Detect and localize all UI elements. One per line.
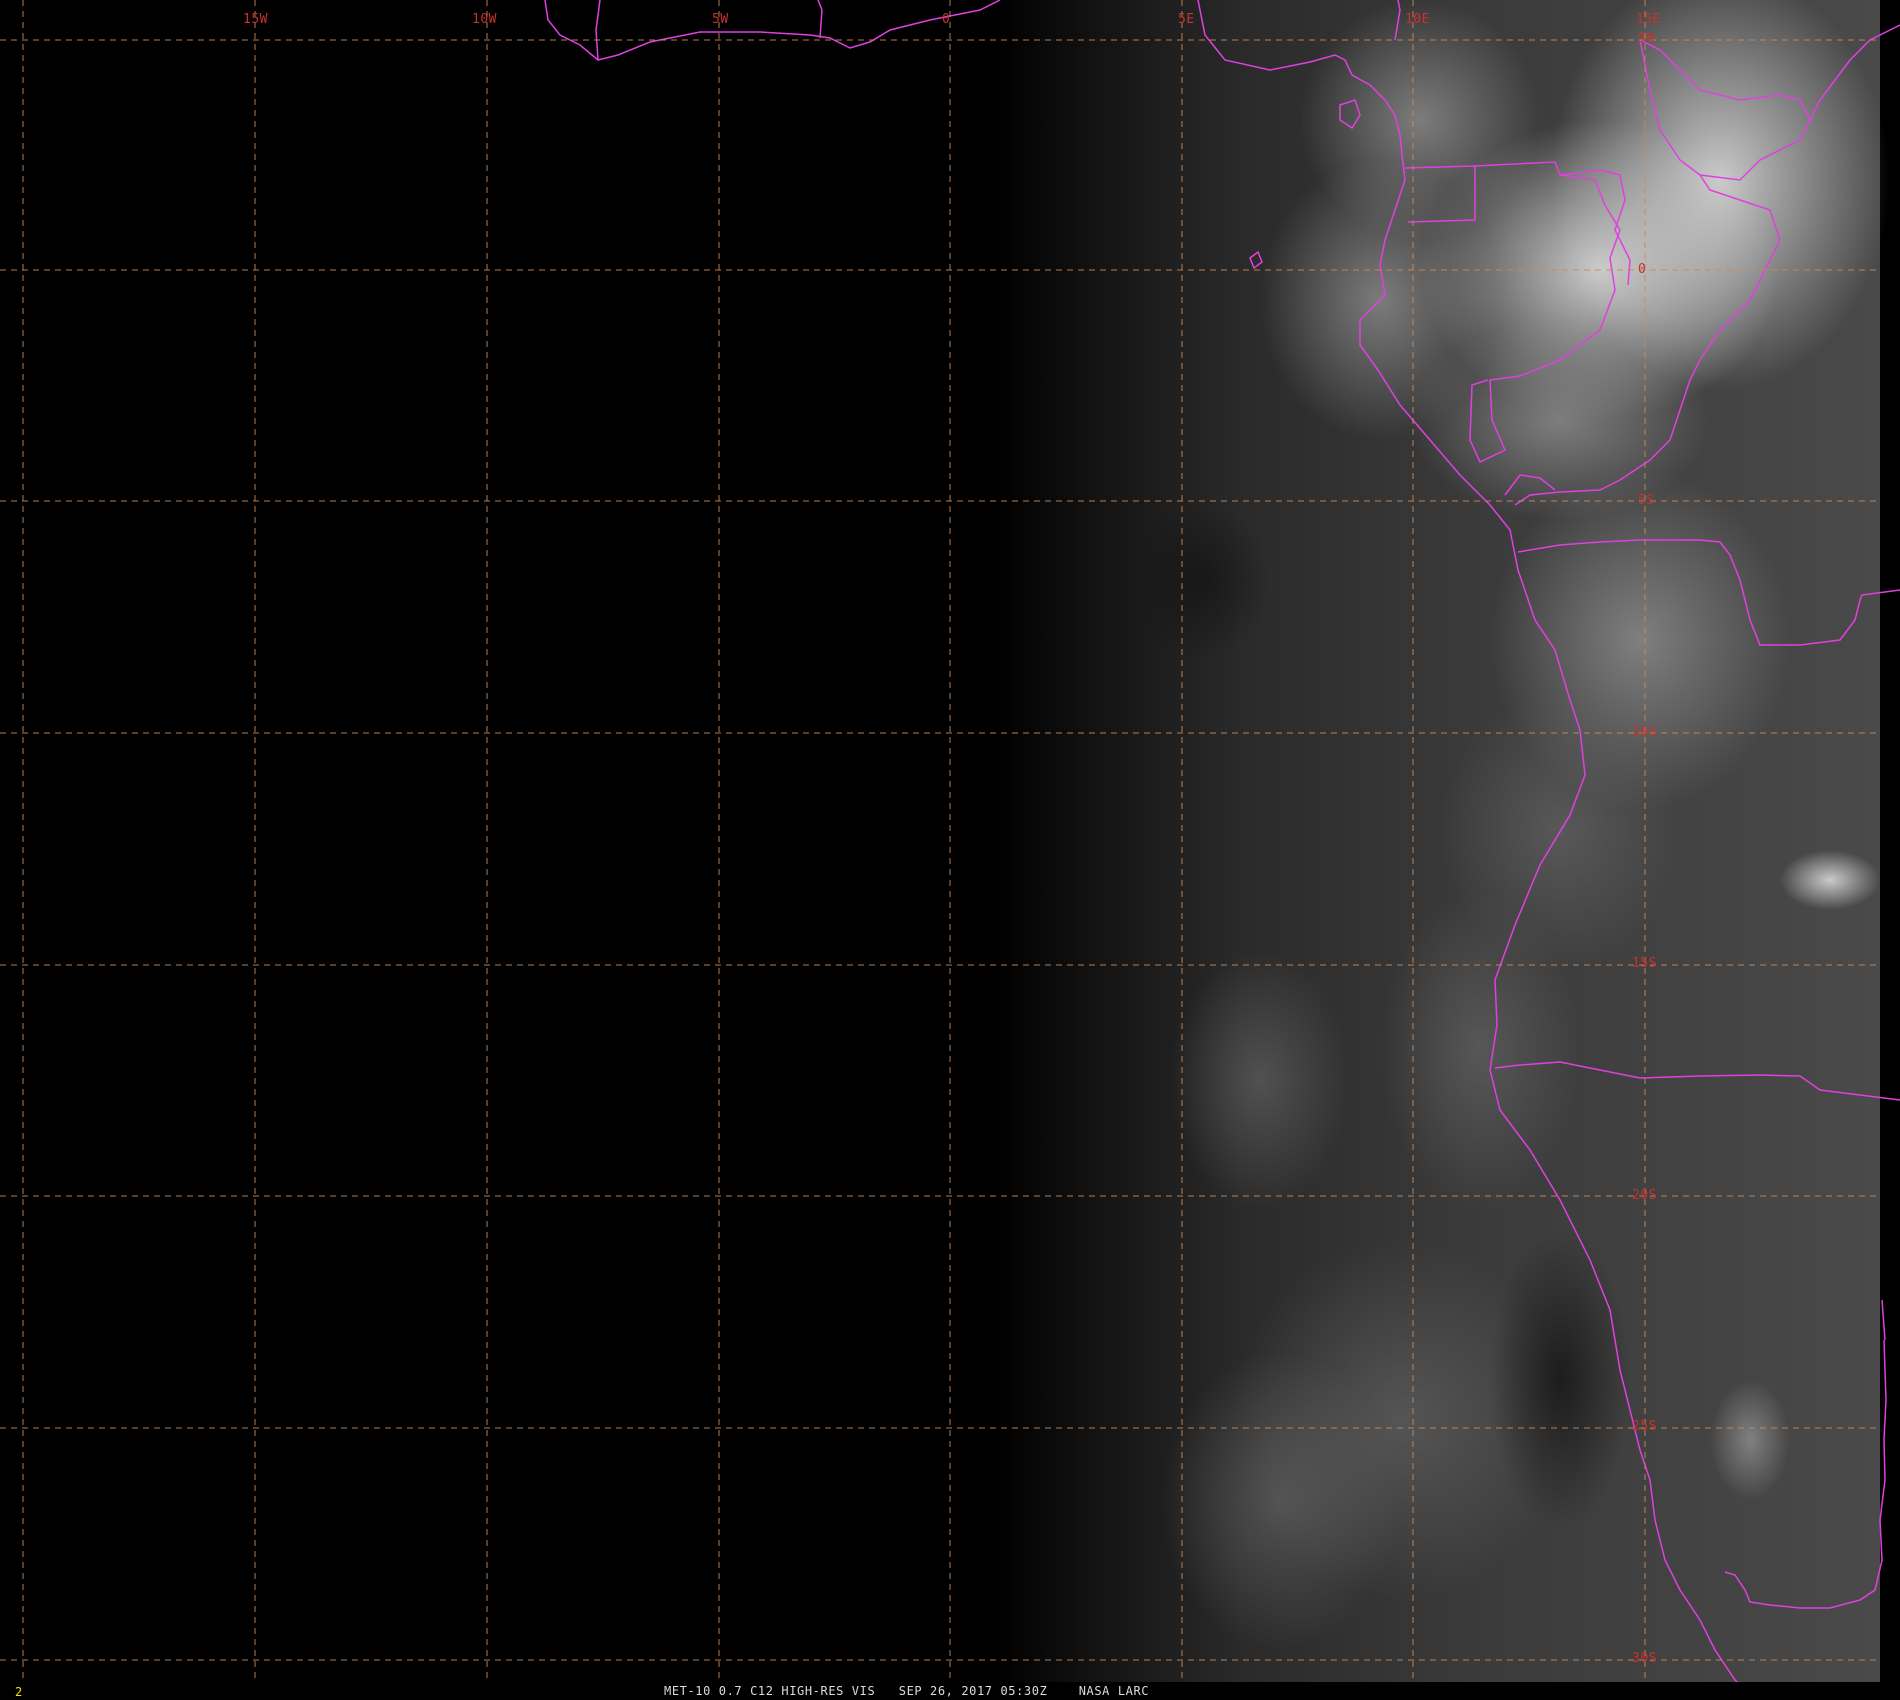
lat-label-30s: 30S <box>1632 1651 1657 1666</box>
lon-label-15e: 15E <box>1636 12 1661 27</box>
satellite-image <box>0 0 1900 1700</box>
lat-label-5s: 5S <box>1638 493 1655 508</box>
lon-label-10e: 10E <box>1405 12 1430 27</box>
satellite-viewer[interactable]: 15W 10W 5W 0 5E 10E 15E 5N 0 5S 10S 15S … <box>0 0 1900 1700</box>
frame-number: 2 <box>15 1685 23 1699</box>
lon-label-5e: 5E <box>1178 12 1195 27</box>
lon-label-15w: 15W <box>243 12 268 27</box>
image-caption: MET-10 0.7 C12 HIGH-RES VIS SEP 26, 2017… <box>664 1684 1150 1698</box>
lat-label-0: 0 <box>1638 262 1647 277</box>
namibia-border <box>1883 1339 1887 1401</box>
lat-label-15s: 15S <box>1632 956 1657 971</box>
lat-label-10s: 10S <box>1632 725 1657 740</box>
lat-label-20s: 20S <box>1632 1188 1657 1203</box>
lat-label-5n: 5N <box>1638 31 1655 46</box>
lon-label-0: 0 <box>942 12 951 27</box>
lat-label-25s: 25S <box>1632 1419 1657 1434</box>
namibia-east-border <box>1881 1299 1886 1341</box>
lon-label-10w: 10W <box>472 12 497 27</box>
lon-label-5w: 5W <box>712 12 729 27</box>
